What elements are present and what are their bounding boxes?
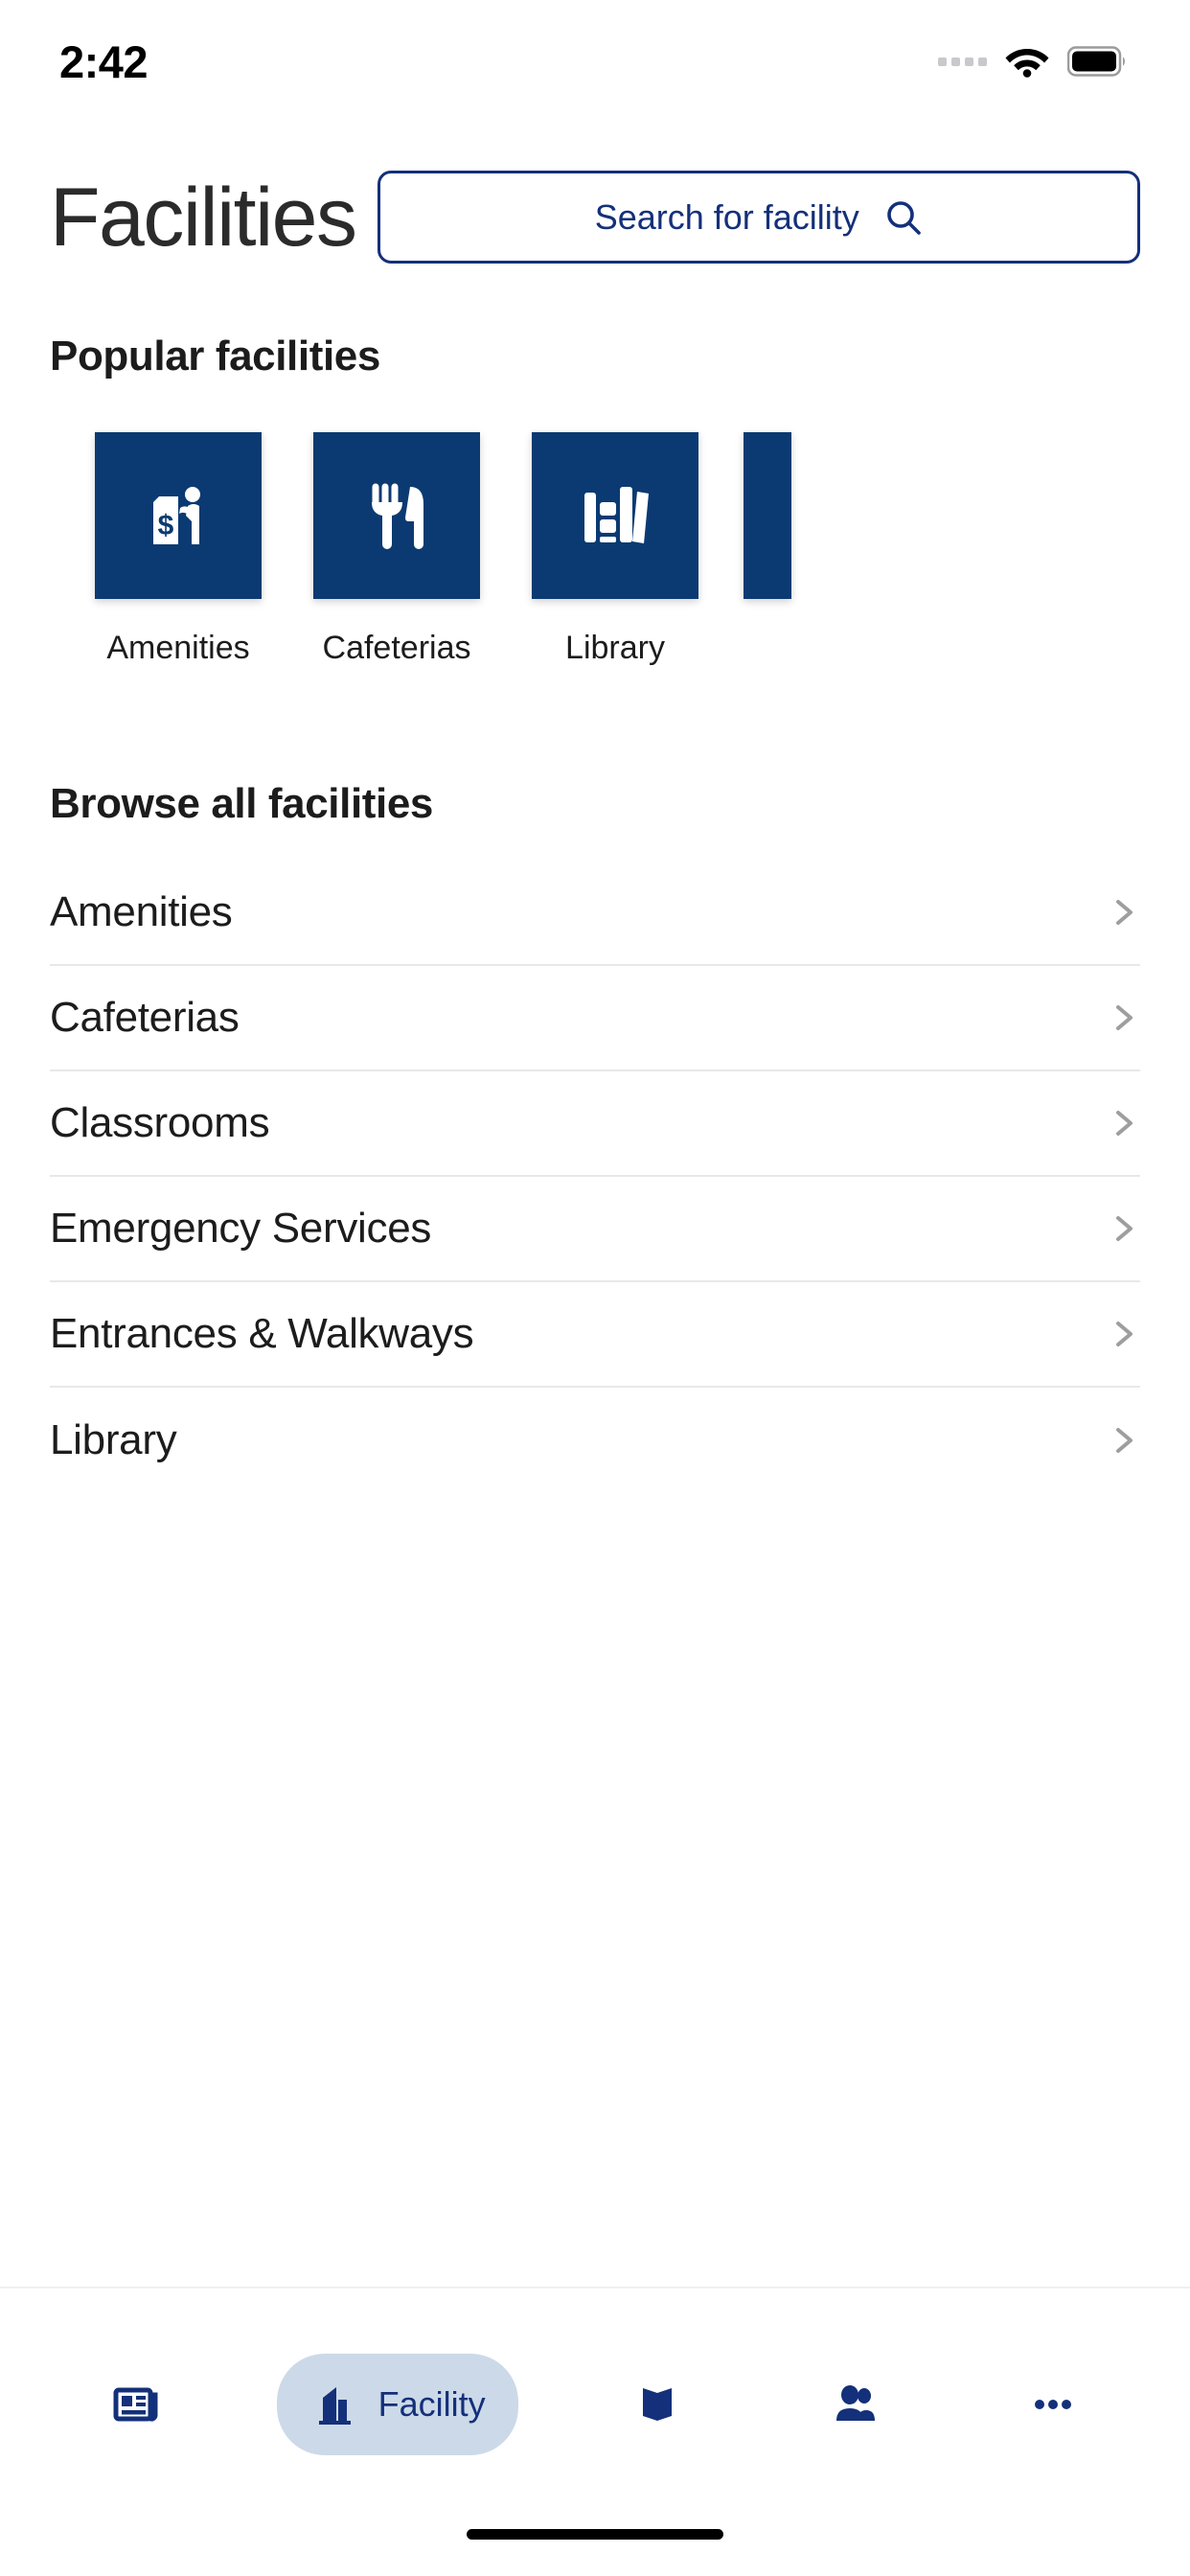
popular-tile-label: Library [565, 630, 665, 666]
list-item-label: Entrances & Walkways [50, 1310, 474, 1357]
popular-tile-label: Amenities [106, 630, 250, 666]
home-indicator [467, 2529, 723, 2540]
popular-tile-amenities-image[interactable]: $ [95, 432, 262, 599]
list-item[interactable]: Classrooms [50, 1071, 1140, 1177]
signal-dots-icon [938, 57, 987, 66]
popular-tile-amenities[interactable]: $ Amenities [69, 432, 287, 667]
atm-person-icon: $ [132, 470, 224, 562]
popular-tile-label: Cafeterias [322, 630, 471, 666]
tab-people[interactable] [796, 2354, 913, 2455]
search-facility-button[interactable]: Search for facility [377, 171, 1140, 264]
popular-facilities-heading: Popular facilities [50, 333, 380, 380]
bottom-tab-bar: Facility [0, 2287, 1190, 2576]
tab-news[interactable] [79, 2354, 195, 2455]
popular-tile-library-image[interactable] [532, 432, 698, 599]
browse-all-facilities-heading: Browse all facilities [50, 780, 433, 827]
list-item[interactable]: Cafeterias [50, 966, 1140, 1071]
list-item[interactable]: Emergency Services [50, 1177, 1140, 1282]
page-header: Facilities Search for facility [0, 113, 1190, 264]
popular-tile-library[interactable]: Library [506, 432, 724, 667]
tab-more[interactable] [995, 2354, 1111, 2455]
browse-all-facilities-section: Browse all facilities Amenities Cafeteri… [0, 780, 1190, 1493]
popular-tile-partial-next[interactable] [744, 432, 791, 599]
list-item-label: Classrooms [50, 1099, 270, 1146]
search-icon [884, 198, 923, 237]
list-scroll-fade [0, 2254, 1190, 2287]
svg-text:$: $ [158, 510, 174, 541]
chevron-right-icon [1108, 1212, 1140, 1245]
tab-facility[interactable]: Facility [276, 2354, 518, 2455]
page-title: Facilities [50, 171, 357, 264]
chevron-right-icon [1108, 1107, 1140, 1139]
more-icon [1027, 2379, 1079, 2430]
building-icon [309, 2379, 361, 2430]
list-item[interactable]: Entrances & Walkways [50, 1282, 1140, 1388]
status-bar: 2:42 [0, 0, 1190, 113]
chevron-right-icon [1108, 1318, 1140, 1350]
status-indicators [938, 35, 1127, 78]
chevron-right-icon [1108, 1424, 1140, 1457]
popular-facilities-carousel[interactable]: $ Amenities Cafeterias Library [0, 423, 1190, 677]
list-item-label: Emergency Services [50, 1205, 432, 1252]
popular-tile-cafeterias[interactable]: Cafeterias [287, 432, 506, 667]
news-icon [111, 2379, 163, 2430]
fork-knife-icon [351, 470, 443, 562]
tab-map[interactable] [599, 2354, 716, 2455]
tab-facility-label: Facility [378, 2384, 486, 2424]
battery-full-icon [1067, 46, 1127, 77]
facilities-screen: 2:42 Facilities Search for facility Popu… [0, 0, 1190, 2576]
list-item-label: Cafeterias [50, 994, 240, 1041]
map-icon [631, 2379, 683, 2430]
list-item-label: Library [50, 1416, 177, 1463]
list-item-label: Amenities [50, 888, 233, 935]
search-button-label: Search for facility [594, 196, 859, 237]
list-item[interactable]: Amenities [50, 861, 1140, 966]
books-icon [569, 470, 661, 562]
browse-facilities-list: Amenities Cafeterias Classrooms Emergenc… [0, 861, 1190, 1493]
status-time: 2:42 [59, 35, 149, 87]
wifi-icon [1004, 45, 1050, 78]
chevron-right-icon [1108, 896, 1140, 929]
list-item[interactable]: Library [50, 1388, 1140, 1493]
chevron-right-icon [1108, 1001, 1140, 1034]
people-icon [829, 2379, 881, 2430]
popular-tile-cafeterias-image[interactable] [313, 432, 480, 599]
